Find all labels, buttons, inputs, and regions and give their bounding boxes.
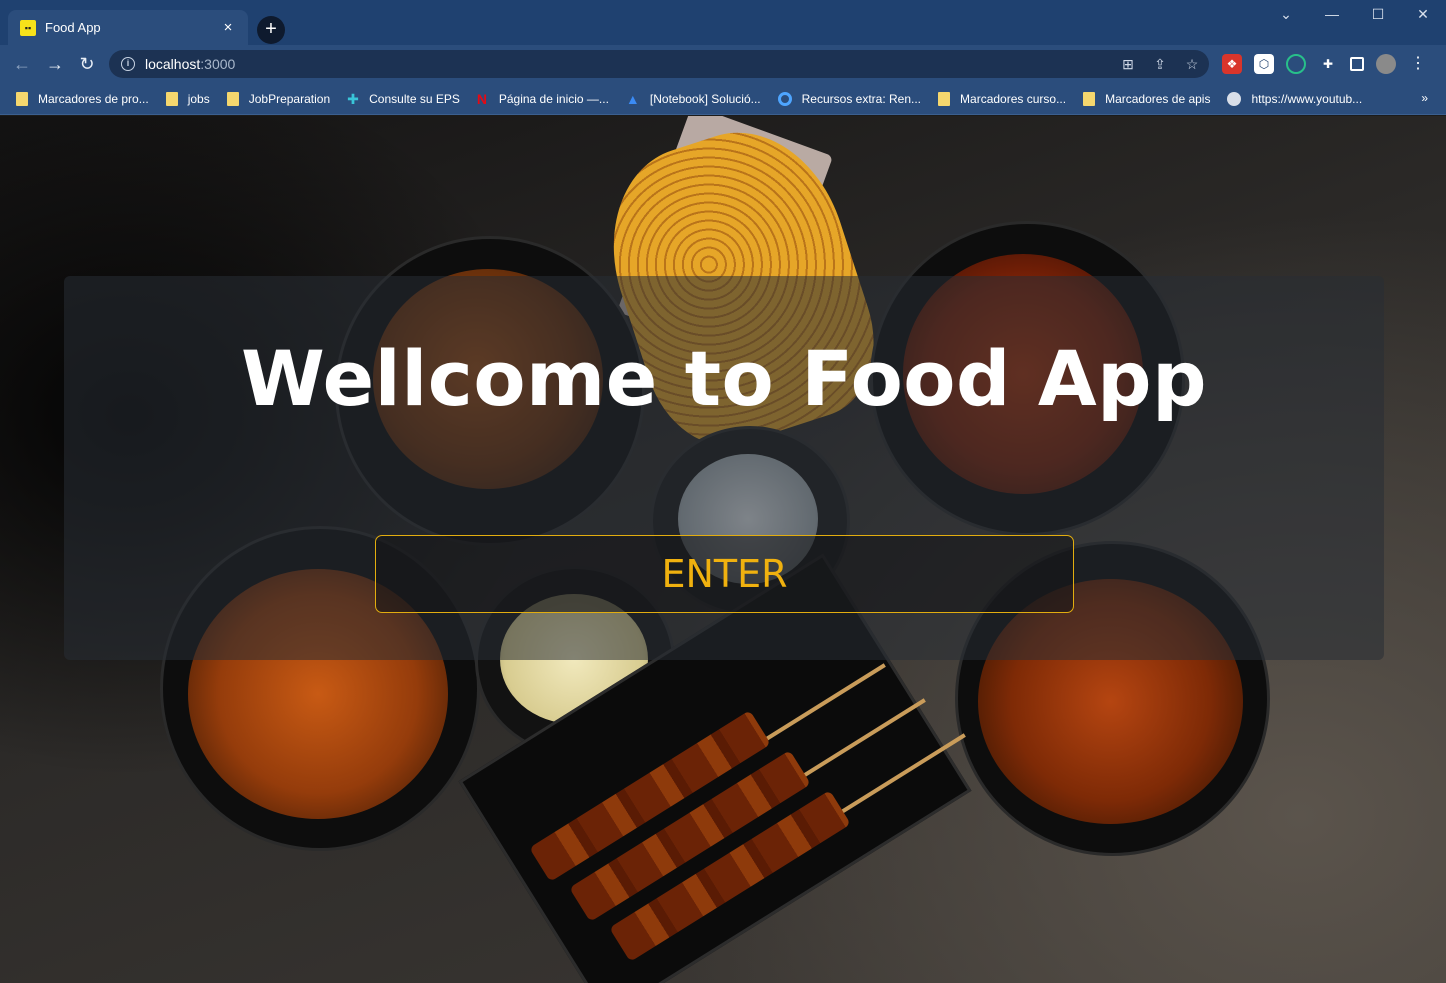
triangle-logo-icon: ▲ — [625, 90, 640, 107]
maximize-button[interactable]: ☐ — [1363, 6, 1393, 23]
plus-cross-icon: ✚ — [347, 90, 359, 107]
bookmark-item[interactable]: Marcadores curso... — [938, 91, 1067, 106]
bookmark-label: JobPreparation — [248, 91, 331, 106]
bookmark-item[interactable]: ▲ [Notebook] Solució... — [626, 92, 761, 106]
extension-ring-icon[interactable] — [1286, 54, 1306, 74]
tab-title: Food App — [45, 20, 101, 35]
tab-close-icon[interactable]: × — [218, 19, 238, 36]
bookmark-label: Consulte su EPS — [369, 91, 460, 106]
bookmark-item[interactable]: JobPreparation — [226, 91, 331, 106]
share-icon[interactable]: ⇪ — [1151, 55, 1169, 73]
bookmark-label: jobs — [187, 91, 210, 106]
translate-icon[interactable]: ⊞ — [1119, 55, 1137, 73]
browser-titlebar: ▪▪ Food App × + ⌄ — ☐ ✕ — [0, 0, 1446, 45]
profile-avatar[interactable] — [1376, 54, 1396, 74]
bookmark-label: Página de inicio —... — [498, 91, 609, 106]
bookmark-item[interactable]: Recursos extra: Ren... — [777, 91, 922, 106]
bookmark-item[interactable]: jobs — [165, 91, 210, 106]
globe-icon — [1227, 91, 1242, 106]
hero-panel: Wellcome to Food App ENTER — [64, 276, 1384, 660]
extension-red-icon[interactable]: ❖ — [1222, 54, 1242, 74]
bookmarks-bar: Marcadores de pro... jobs JobPreparation… — [0, 83, 1446, 115]
back-button[interactable]: ← — [10, 53, 34, 75]
netflix-icon: N — [476, 90, 487, 107]
bookmark-star-icon[interactable]: ☆ — [1183, 55, 1201, 73]
minimize-button[interactable]: — — [1317, 6, 1347, 22]
side-panel-icon[interactable] — [1350, 57, 1364, 71]
extensions-puzzle-icon[interactable]: ✚ — [1318, 54, 1338, 74]
food-app-landing-page: Wellcome to Food App ENTER — [0, 116, 1446, 983]
bookmark-item[interactable]: Marcadores de pro... — [16, 91, 149, 106]
bookmark-label: https://www.youtub... — [1251, 91, 1363, 106]
food-app-favicon-icon: ▪▪ — [20, 19, 36, 36]
page-title: Wellcome to Food App — [241, 334, 1207, 423]
bookmark-item[interactable]: Marcadores de apis — [1083, 91, 1211, 106]
url-host: localhost — [145, 56, 201, 72]
bookmark-item[interactable]: N Página de inicio —... — [477, 92, 609, 106]
omnibox-actions: ⊞ ⇪ ☆ — [1119, 55, 1201, 73]
folder-icon — [1083, 91, 1096, 106]
close-window-button[interactable]: ✕ — [1408, 6, 1438, 23]
tab-search-icon[interactable]: ⌄ — [1271, 6, 1301, 23]
circle-logo-icon — [777, 91, 792, 106]
folder-icon — [16, 91, 28, 106]
extension-hex-icon[interactable]: ⬡ — [1254, 54, 1274, 74]
menu-kebab-icon[interactable]: ⋮ — [1408, 54, 1428, 74]
more-bookmarks-icon[interactable]: » — [1421, 91, 1428, 105]
site-info-icon[interactable]: i — [121, 57, 135, 71]
bookmark-label: Marcadores curso... — [960, 91, 1067, 106]
url-port: :3000 — [200, 56, 236, 72]
folder-icon — [226, 91, 239, 106]
browser-toolbar: ← → ↻ i localhost:3000 ⊞ ⇪ ☆ ❖ ⬡ ✚ ⋮ — [0, 45, 1446, 83]
bookmark-item[interactable]: https://www.youtub... — [1227, 91, 1363, 106]
reload-button[interactable]: ↻ — [75, 53, 99, 75]
new-tab-button[interactable]: + — [257, 16, 285, 44]
enter-button[interactable]: ENTER — [375, 535, 1074, 613]
bookmark-label: Recursos extra: Ren... — [801, 91, 922, 106]
folder-icon — [938, 91, 951, 106]
bookmark-label: Marcadores de apis — [1105, 91, 1211, 106]
bookmark-item[interactable]: ✚ Consulte su EPS — [347, 92, 460, 106]
folder-icon — [165, 91, 178, 106]
forward-button[interactable]: → — [43, 53, 67, 75]
bookmark-label: Marcadores de pro... — [38, 91, 149, 106]
extensions-area: ❖ ⬡ ✚ ⋮ — [1222, 54, 1428, 74]
bookmark-label: [Notebook] Solució... — [649, 91, 761, 106]
browser-tab[interactable]: ▪▪ Food App × — [8, 10, 248, 45]
address-bar[interactable]: i localhost:3000 ⊞ ⇪ ☆ — [109, 50, 1209, 78]
